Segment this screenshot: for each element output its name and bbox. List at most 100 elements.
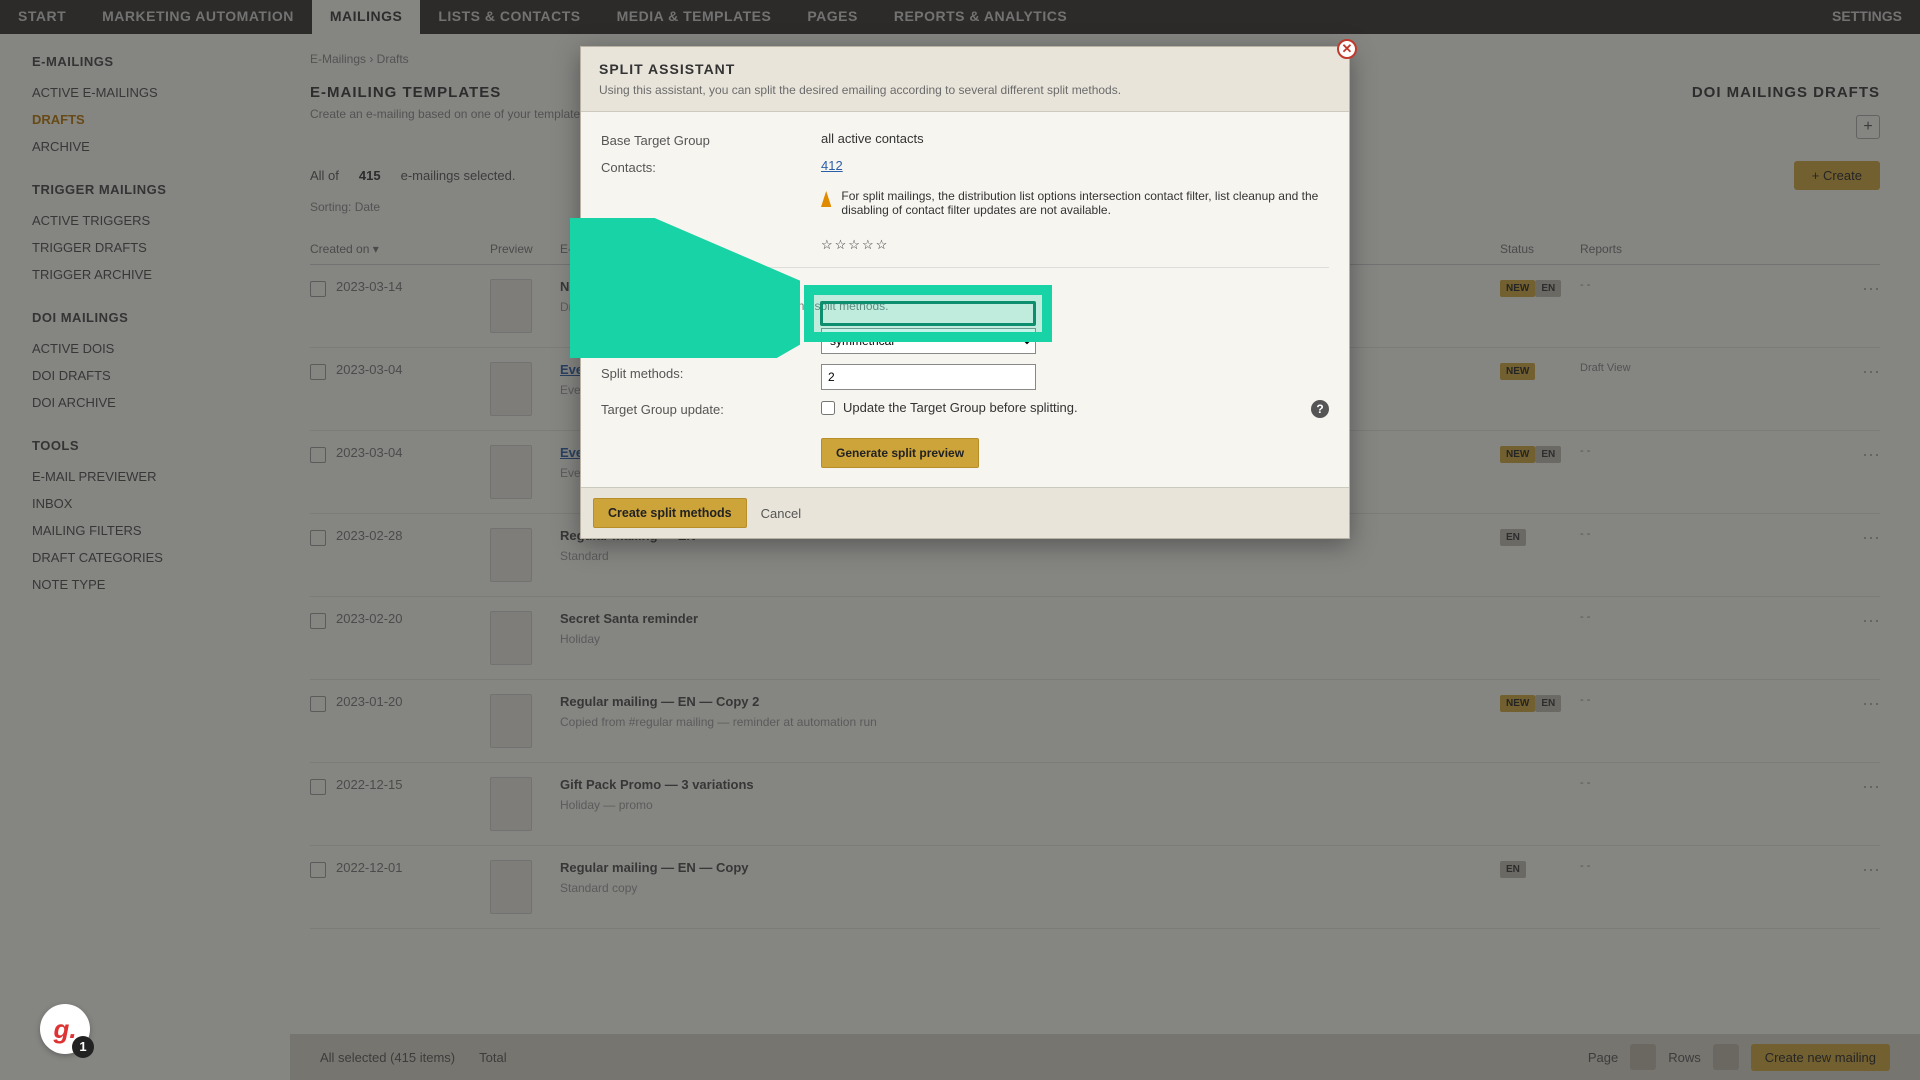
table-row[interactable]: 2023-01-20 Regular mailing — EN — Copy 2…: [310, 680, 1880, 763]
close-icon[interactable]: ✕: [1337, 39, 1357, 59]
table-row[interactable]: 2023-02-20 Secret Santa reminderHoliday …: [310, 597, 1880, 680]
help-widget[interactable]: g. 1: [40, 1004, 90, 1054]
row-status: NEWEN: [1500, 279, 1580, 301]
target-group-update-label: Target Group update:: [601, 400, 821, 417]
sidebar-item-draft-categories[interactable]: DRAFT CATEGORIES: [32, 544, 258, 571]
row-thumbnail[interactable]: [490, 777, 532, 831]
help-icon[interactable]: ?: [1311, 400, 1329, 418]
row-actions-icon[interactable]: ⋯: [1840, 445, 1880, 466]
table-row[interactable]: 2022-12-15 Gift Pack Promo — 3 variation…: [310, 763, 1880, 846]
page-prev-button[interactable]: [1630, 1044, 1656, 1070]
row-actions-icon[interactable]: ⋯: [1840, 694, 1880, 715]
contacts-link[interactable]: 412: [821, 158, 843, 173]
sidebar-item-active-dois[interactable]: ACTIVE DOIS: [32, 335, 258, 362]
split-assistant-modal: ✕ SPLIT ASSISTANT Using this assistant, …: [580, 46, 1350, 539]
help-widget-count: 1: [72, 1036, 94, 1058]
row-status: NEWEN: [1500, 445, 1580, 467]
row-report: - -: [1580, 694, 1840, 706]
row-actions-icon[interactable]: ⋯: [1840, 279, 1880, 300]
row-thumbnail[interactable]: [490, 694, 532, 748]
tab-settings[interactable]: SETTINGS: [1814, 0, 1920, 34]
row-subtitle: Holiday — promo: [560, 798, 1500, 812]
row-actions-icon[interactable]: ⋯: [1840, 860, 1880, 881]
update-target-group-checkbox[interactable]: [821, 401, 835, 415]
split-method-select[interactable]: symmetrical: [821, 328, 1036, 354]
row-title[interactable]: Secret Santa reminder: [560, 611, 1500, 626]
row-report: - -: [1580, 860, 1840, 872]
footer-selection: All selected (415 items): [320, 1050, 455, 1065]
row-date: 2022-12-15: [310, 777, 490, 792]
col-reports: Reports: [1580, 242, 1840, 256]
split-settings-heading: SPLIT SETTINGS: [601, 280, 1329, 295]
rows-select[interactable]: [1713, 1044, 1739, 1070]
row-title[interactable]: Gift Pack Promo — 3 variations: [560, 777, 1500, 792]
row-actions-icon[interactable]: ⋯: [1840, 528, 1880, 549]
row-thumbnail[interactable]: [490, 279, 532, 333]
tab-start[interactable]: START: [0, 0, 84, 34]
sidebar-item-doi-archive[interactable]: DOI ARCHIVE: [32, 389, 258, 416]
sidebar-item-drafts[interactable]: DRAFTS: [32, 106, 258, 133]
sidebar-item-note-type[interactable]: NOTE TYPE: [32, 571, 258, 598]
row-subtitle: Standard: [560, 549, 1500, 563]
footer-rows-label: Rows: [1668, 1050, 1701, 1065]
filter-text-a: All of: [310, 168, 339, 183]
sidebar-group-trigger: TRIGGER MAILINGS: [32, 182, 258, 197]
row-date: 2023-01-20: [310, 694, 490, 709]
sidebar-item-doi-drafts[interactable]: DOI DRAFTS: [32, 362, 258, 389]
row-thumbnail[interactable]: [490, 528, 532, 582]
contacts-label: Contacts:: [601, 158, 821, 175]
create-split-methods-button[interactable]: Create split methods: [593, 498, 747, 528]
sidebar-item-archive[interactable]: ARCHIVE: [32, 133, 258, 160]
table-row[interactable]: 2022-12-01 Regular mailing — EN — CopySt…: [310, 846, 1880, 929]
row-status: EN: [1500, 528, 1580, 550]
tab-pages[interactable]: PAGES: [789, 0, 875, 34]
split-methods-input[interactable]: [821, 364, 1036, 390]
row-report: - -: [1580, 777, 1840, 789]
warning-text: For split mailings, the distribution lis…: [841, 189, 1329, 217]
row-thumbnail[interactable]: [490, 445, 532, 499]
row-actions-icon[interactable]: ⋯: [1840, 611, 1880, 632]
row-thumbnail[interactable]: [490, 860, 532, 914]
split-settings-sub: Define type and number of the resulting …: [601, 299, 1329, 313]
col-date[interactable]: Created on ▾: [310, 242, 490, 256]
tab-marketing-automation[interactable]: MARKETING AUTOMATION: [84, 0, 312, 34]
tab-media-templates[interactable]: MEDIA & TEMPLATES: [599, 0, 790, 34]
split-method-label: Split method:: [601, 328, 821, 345]
sidebar-item-trigger-archive[interactable]: TRIGGER ARCHIVE: [32, 261, 258, 288]
row-status: NEWEN: [1500, 694, 1580, 716]
sidebar-item-active-triggers[interactable]: ACTIVE TRIGGERS: [32, 207, 258, 234]
row-thumbnail[interactable]: [490, 362, 532, 416]
footer-create-button[interactable]: Create new mailing: [1751, 1044, 1890, 1071]
sidebar: E-MAILINGS ACTIVE E-MAILINGS DRAFTS ARCH…: [0, 34, 290, 1080]
doi-drafts-heading: DOI MAILINGS DRAFTS: [1460, 84, 1880, 101]
cancel-button[interactable]: Cancel: [761, 506, 801, 521]
tab-reports[interactable]: REPORTS & ANALYTICS: [876, 0, 1085, 34]
row-date: 2022-12-01: [310, 860, 490, 875]
sidebar-item-trigger-drafts[interactable]: TRIGGER DRAFTS: [32, 234, 258, 261]
row-subtitle: Holiday: [560, 632, 1500, 646]
list-score-stars: ☆☆☆☆☆: [821, 237, 1329, 253]
row-report: - -: [1580, 528, 1840, 540]
row-actions-icon[interactable]: ⋯: [1840, 362, 1880, 383]
col-preview: Preview: [490, 242, 560, 256]
row-report: - -: [1580, 279, 1840, 291]
row-status: EN: [1500, 860, 1580, 882]
row-actions-icon[interactable]: ⋯: [1840, 777, 1880, 798]
sidebar-item-mailing-filters[interactable]: MAILING FILTERS: [32, 517, 258, 544]
sidebar-item-active-emailings[interactable]: ACTIVE E-MAILINGS: [32, 79, 258, 106]
footer-total: Total: [479, 1050, 506, 1065]
generate-preview-button[interactable]: Generate split preview: [821, 438, 979, 468]
row-status: NEW: [1500, 362, 1580, 384]
col-status: Status: [1500, 242, 1580, 256]
row-title[interactable]: Regular mailing — EN — Copy 2: [560, 694, 1500, 709]
tab-lists-contacts[interactable]: LISTS & CONTACTS: [420, 0, 598, 34]
create-button[interactable]: + Create: [1794, 161, 1880, 190]
row-report: - -: [1580, 611, 1840, 623]
sidebar-item-previewer[interactable]: E-MAIL PREVIEWER: [32, 463, 258, 490]
row-title[interactable]: Regular mailing — EN — Copy: [560, 860, 1500, 875]
row-date: 2023-03-04: [310, 445, 490, 460]
sidebar-item-inbox[interactable]: INBOX: [32, 490, 258, 517]
tab-mailings[interactable]: MAILINGS: [312, 0, 420, 34]
add-doi-draft-button[interactable]: +: [1856, 115, 1880, 139]
row-thumbnail[interactable]: [490, 611, 532, 665]
